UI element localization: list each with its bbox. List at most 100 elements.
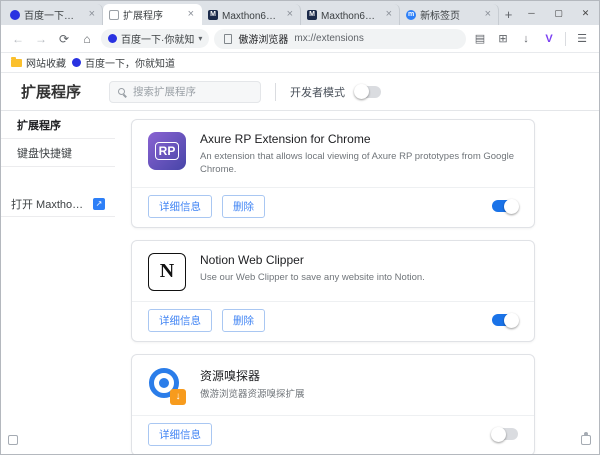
- external-link-icon: ↗: [93, 198, 105, 210]
- sidebar-open-maxthon-store-link[interactable]: 打开 Maxthon 网... ↗: [1, 191, 115, 217]
- forward-icon[interactable]: →: [32, 32, 50, 46]
- engine-label: 百度一下·你就知: [121, 31, 194, 46]
- tab-title: 新标签页: [420, 7, 480, 22]
- card-text: Axure RP Extension for Chrome An extensi…: [200, 132, 518, 177]
- extension-name: Axure RP Extension for Chrome: [200, 132, 518, 146]
- status-bar-left: [8, 432, 18, 450]
- search-input[interactable]: [131, 85, 252, 99]
- page-info-icon[interactable]: [224, 34, 232, 44]
- violet-vbox-icon[interactable]: V: [540, 33, 558, 45]
- card-text: Notion Web Clipper Use our Web Clipper t…: [200, 253, 425, 291]
- axure-rp-icon: RP: [148, 132, 186, 170]
- extension-favicon: [109, 10, 119, 20]
- tab-new-tab-page[interactable]: 新标签页 ×: [400, 4, 499, 25]
- sidebar-item-extensions[interactable]: 扩展程序: [1, 111, 115, 139]
- extension-enabled-toggle[interactable]: [492, 200, 518, 212]
- toggle-knob: [504, 313, 519, 328]
- developer-mode-label: 开发者模式: [290, 84, 345, 100]
- maxthon-favicon: [307, 10, 317, 20]
- card-footer: 详细信息 删除: [132, 187, 534, 227]
- address-bar[interactable]: 傲游浏览器 mx://extensions: [214, 29, 466, 49]
- close-button[interactable]: ✕: [572, 1, 599, 25]
- search-icon: [118, 88, 125, 95]
- site-name: 傲游浏览器: [238, 31, 288, 46]
- bookmark-folder[interactable]: 网站收藏: [11, 55, 66, 70]
- maxthon-favicon: [208, 10, 218, 20]
- card-main: ↓ 资源嗅探器 傲游浏览器资源嗅探扩展: [132, 355, 534, 415]
- tab-plugin-center-1[interactable]: Maxthon6插件中心 ×: [202, 4, 301, 25]
- details-button[interactable]: 详细信息: [148, 423, 212, 446]
- toggle-knob: [504, 199, 519, 214]
- notion-icon-text: N: [160, 260, 174, 283]
- details-button[interactable]: 详细信息: [148, 195, 212, 218]
- status-bar-right: [581, 432, 591, 450]
- bookmark-label: 网站收藏: [26, 55, 66, 70]
- sniffer-badge-icon: ↓: [170, 389, 186, 405]
- tab-title: 百度一下，你就知道: [24, 7, 84, 22]
- sniffer-core: [159, 378, 169, 388]
- card-text: 资源嗅探器 傲游浏览器资源嗅探扩展: [200, 367, 305, 405]
- plugins-icon[interactable]: [581, 435, 591, 445]
- tab-baidu[interactable]: 百度一下，你就知道 ×: [4, 4, 103, 25]
- extension-enabled-toggle[interactable]: [492, 428, 518, 440]
- minimize-button[interactable]: ─: [518, 1, 545, 25]
- tab-close-icon[interactable]: ×: [484, 9, 492, 20]
- extension-description: Use our Web Clipper to save any website …: [200, 271, 425, 284]
- collector-icon[interactable]: ⊞: [494, 32, 512, 45]
- extension-description: An extension that allows local viewing o…: [200, 150, 518, 177]
- page-body: 扩展程序 键盘快捷键 打开 Maxthon 网... ↗ RP: [1, 111, 599, 455]
- browser-window: 百度一下，你就知道 × 扩展程序 × Maxthon6插件中心 × Maxtho…: [0, 0, 600, 455]
- extension-enabled-toggle[interactable]: [492, 314, 518, 326]
- bookmark-label: 百度一下，你就知道: [85, 55, 175, 70]
- reader-mode-icon[interactable]: ▤: [471, 32, 489, 45]
- main-menu-icon[interactable]: ☰: [573, 32, 591, 45]
- baidu-engine-icon: [108, 34, 117, 43]
- sidebar: 扩展程序 键盘快捷键 打开 Maxthon 网... ↗: [1, 111, 115, 455]
- remove-button[interactable]: 删除: [222, 195, 265, 218]
- sidebar-item-keyboard-shortcuts[interactable]: 键盘快捷键: [1, 139, 115, 167]
- baidu-favicon: [10, 10, 20, 20]
- developer-mode-toggle[interactable]: [355, 86, 381, 98]
- page-header: 扩展程序 开发者模式: [1, 73, 599, 111]
- tab-plugin-center-2[interactable]: Maxthon6插件中心 ×: [301, 4, 400, 25]
- bookmarks-bar: 网站收藏 百度一下，你就知道: [1, 53, 599, 73]
- tab-extensions[interactable]: 扩展程序 ×: [103, 4, 202, 25]
- extension-card-notion: N Notion Web Clipper Use our Web Clipper…: [131, 240, 535, 342]
- extensions-page: 扩展程序 开发者模式 扩展程序 键盘快捷键 打开 Maxthon 网...: [1, 73, 599, 455]
- home-icon[interactable]: ⌂: [78, 32, 96, 46]
- new-tab-button[interactable]: +: [499, 4, 518, 25]
- remove-button[interactable]: 删除: [222, 309, 265, 332]
- card-footer: 详细信息: [132, 415, 534, 455]
- tab-bar: 百度一下，你就知道 × 扩展程序 × Maxthon6插件中心 × Maxtho…: [1, 1, 599, 25]
- refresh-icon[interactable]: ⟳: [55, 32, 73, 46]
- extension-search-box[interactable]: [109, 81, 261, 103]
- card-footer: 详细信息 删除: [132, 301, 534, 341]
- back-icon[interactable]: ←: [9, 32, 27, 46]
- baidu-favicon: [72, 58, 81, 67]
- tab-title: Maxthon6插件中心: [222, 7, 282, 22]
- page-title: 扩展程序: [21, 81, 109, 102]
- tab-title: 扩展程序: [123, 7, 183, 22]
- extension-list: RP Axure RP Extension for Chrome An exte…: [115, 111, 599, 455]
- extension-name: 资源嗅探器: [200, 367, 305, 384]
- download-icon[interactable]: ↓: [517, 33, 535, 45]
- tab-close-icon[interactable]: ×: [385, 9, 393, 20]
- details-button[interactable]: 详细信息: [148, 309, 212, 332]
- header-divider: [275, 83, 276, 101]
- skin-panel-icon[interactable]: [8, 435, 18, 445]
- bookmark-baidu[interactable]: 百度一下，你就知道: [72, 55, 175, 70]
- search-engine-selector[interactable]: 百度一下·你就知 ▾: [101, 29, 209, 48]
- axure-icon-text: RP: [155, 142, 180, 160]
- sidebar-footer-label: 打开 Maxthon 网...: [11, 196, 88, 212]
- toolbar-divider: [565, 32, 566, 46]
- tab-close-icon[interactable]: ×: [88, 9, 96, 20]
- tab-close-icon[interactable]: ×: [286, 9, 294, 20]
- sidebar-item-label: 键盘快捷键: [17, 145, 72, 161]
- toggle-knob: [491, 427, 506, 442]
- maximize-button[interactable]: ▢: [545, 1, 572, 25]
- tab-close-icon[interactable]: ×: [187, 9, 195, 20]
- newtab-favicon: [406, 10, 416, 20]
- resource-sniffer-icon: ↓: [148, 367, 186, 405]
- extension-card-axure: RP Axure RP Extension for Chrome An exte…: [131, 119, 535, 228]
- extension-description: 傲游浏览器资源嗅探扩展: [200, 388, 305, 401]
